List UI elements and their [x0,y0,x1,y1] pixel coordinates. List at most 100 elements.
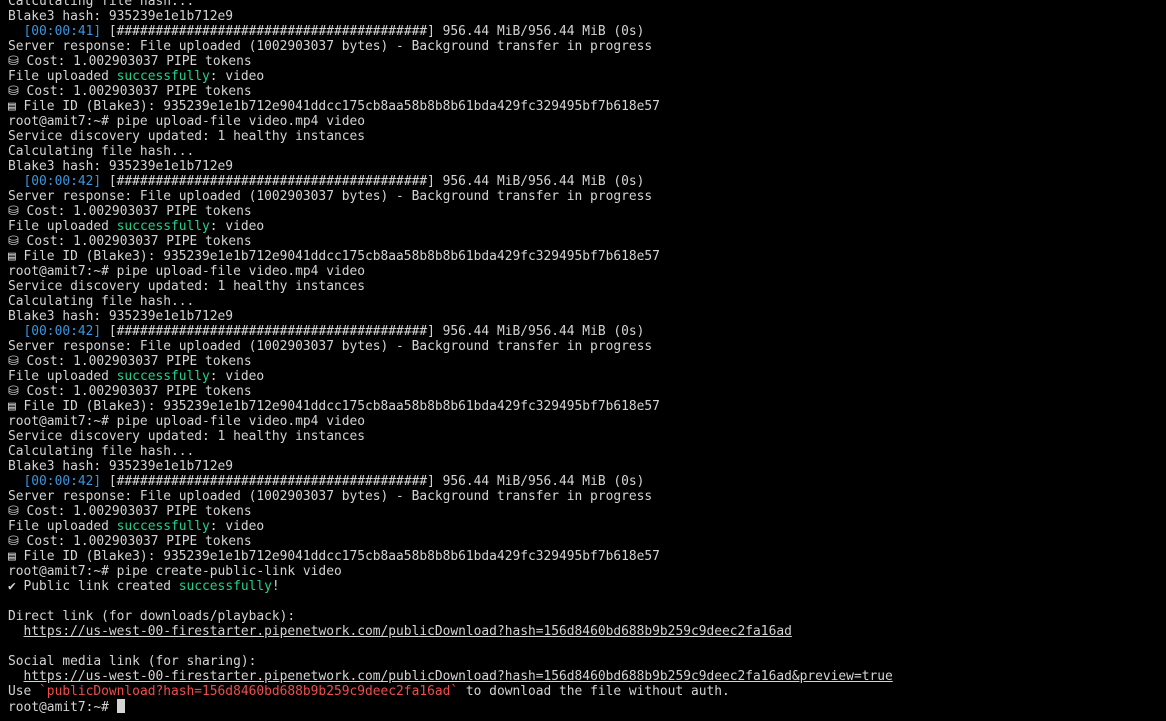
line-text: ⛁ Cost: 1.002903037 PIPE tokens [8,204,252,219]
line-text: : video [209,519,265,534]
progress-elapsed-time: [00:00:42] [8,474,102,489]
terminal-line: Calculating file hash... [8,444,1166,459]
terminal-line: root@amit7:~# pipe upload-file video.mp4… [8,114,1166,129]
line-text: Blake3 hash: 935239e1e1b712e9 [8,9,234,24]
terminal-line: File uploaded successfully: video [8,519,1166,534]
terminal-line: Blake3 hash: 935239e1e1b712e9 [8,459,1166,474]
success-word: successfully [116,369,210,384]
terminal-output: Calculating file hash... Blake3 hash: 935… [8,0,1166,715]
line-text: ▤ File ID (Blake3): 935239e1e1b712e9041d… [8,249,660,264]
public-link[interactable]: https://us-west-00-firestarter.pipenetwo… [24,624,792,639]
line-text: ! [271,579,280,594]
line-text: Server response: File uploaded (10029030… [8,339,653,354]
line-text: Calculating file hash... [8,294,195,309]
line-text: ⛁ Cost: 1.002903037 PIPE tokens [8,54,252,69]
line-text: Calculating file hash... [8,0,195,9]
terminal-line: ⛁ Cost: 1.002903037 PIPE tokens [8,54,1166,69]
terminal-line: Use `publicDownload?hash=156d8460bd688b9… [8,684,1166,699]
progress-bar-text: [#######################################… [101,174,645,189]
terminal-line: Blake3 hash: 935239e1e1b712e9 [8,309,1166,324]
success-word: successfully [116,519,210,534]
line-text: to download the file without auth. [458,684,730,699]
terminal-line: [00:00:42] [############################… [8,174,1166,189]
terminal-line: Server response: File uploaded (10029030… [8,339,1166,354]
line-text: ⛁ Cost: 1.002903037 PIPE tokens [8,504,252,519]
line-text: Blake3 hash: 935239e1e1b712e9 [8,159,234,174]
terminal-line: root@amit7:~# pipe upload-file video.mp4… [8,264,1166,279]
line-text: Server response: File uploaded (10029030… [8,489,653,504]
terminal-line: [00:00:42] [############################… [8,324,1166,339]
line-text: Service discovery updated: 1 healthy ins… [8,279,365,294]
terminal-line: [00:00:42] [############################… [8,474,1166,489]
line-text: Use [8,684,40,699]
terminal-line: Service discovery updated: 1 healthy ins… [8,279,1166,294]
line-text: ⛁ Cost: 1.002903037 PIPE tokens [8,84,252,99]
line-text: Blake3 hash: 935239e1e1b712e9 [8,459,234,474]
terminal-line: https://us-west-00-firestarter.pipenetwo… [8,624,1166,639]
line-text: ▤ File ID (Blake3): 935239e1e1b712e9041d… [8,549,660,564]
terminal-line: ✔ Public link created successfully! [8,579,1166,594]
terminal-line: Server response: File uploaded (10029030… [8,39,1166,54]
terminal-line: Calculating file hash... [8,144,1166,159]
progress-bar-text: [#######################################… [101,474,645,489]
public-link[interactable]: https://us-west-00-firestarter.pipenetwo… [24,669,893,684]
line-text: File uploaded [8,519,117,534]
terminal-line: Blake3 hash: 935239e1e1b712e9 [8,9,1166,24]
progress-bar-text: [#######################################… [101,324,645,339]
terminal-line: ⛁ Cost: 1.002903037 PIPE tokens [8,234,1166,249]
line-text: ▤ File ID (Blake3): 935239e1e1b712e9041d… [8,99,660,114]
link-indent [8,669,24,684]
progress-bar-text: [#######################################… [101,24,645,39]
line-text: root@amit7:~# pipe upload-file video.mp4… [8,264,365,279]
success-word: successfully [116,219,210,234]
terminal-line: ▤ File ID (Blake3): 935239e1e1b712e9041d… [8,99,1166,114]
terminal-line: Service discovery updated: 1 healthy ins… [8,129,1166,144]
terminal-line: root@amit7:~# pipe upload-file video.mp4… [8,414,1166,429]
line-text: Calculating file hash... [8,144,195,159]
line-text: Social media link (for sharing): [8,654,257,669]
line-text: File uploaded [8,69,117,84]
terminal-line: Service discovery updated: 1 healthy ins… [8,429,1166,444]
progress-elapsed-time: [00:00:42] [8,174,102,189]
terminal-line: Server response: File uploaded (10029030… [8,489,1166,504]
line-text: : video [209,219,265,234]
terminal-line: Server response: File uploaded (10029030… [8,189,1166,204]
shell-prompt: root@amit7:~# [8,700,117,715]
terminal-line: ▤ File ID (Blake3): 935239e1e1b712e9041d… [8,549,1166,564]
inline-code: `publicDownload?hash=156d8460bd688b9b259… [39,684,459,699]
link-indent [8,624,24,639]
line-text: root@amit7:~# pipe create-public-link vi… [8,564,342,579]
line-text: Calculating file hash... [8,444,195,459]
terminal-line: [00:00:41] [############################… [8,24,1166,39]
terminal-line: ⛁ Cost: 1.002903037 PIPE tokens [8,534,1166,549]
progress-elapsed-time: [00:00:42] [8,324,102,339]
success-word: successfully [116,69,210,84]
line-text: File uploaded [8,369,117,384]
terminal-line: ⛁ Cost: 1.002903037 PIPE tokens [8,504,1166,519]
terminal-line: Calculating file hash... [8,0,1166,9]
success-word: successfully [178,579,272,594]
terminal-line: File uploaded successfully: video [8,219,1166,234]
terminal-line: ⛁ Cost: 1.002903037 PIPE tokens [8,354,1166,369]
line-text: File uploaded [8,219,117,234]
line-text: Service discovery updated: 1 healthy ins… [8,129,365,144]
terminal-line: File uploaded successfully: video [8,369,1166,384]
terminal-cursor[interactable] [116,699,125,713]
line-text: ▤ File ID (Blake3): 935239e1e1b712e9041d… [8,399,660,414]
line-text: ⛁ Cost: 1.002903037 PIPE tokens [8,384,252,399]
line-text: root@amit7:~# pipe upload-file video.mp4… [8,114,365,129]
line-text: : video [209,69,265,84]
terminal-line: ⛁ Cost: 1.002903037 PIPE tokens [8,84,1166,99]
terminal-line: File uploaded successfully: video [8,69,1166,84]
line-text: Direct link (for downloads/playback): [8,609,296,624]
line-text: root@amit7:~# pipe upload-file video.mp4… [8,414,365,429]
line-text: ⛁ Cost: 1.002903037 PIPE tokens [8,354,252,369]
terminal-line: root@amit7:~# pipe create-public-link vi… [8,564,1166,579]
terminal-line: Calculating file hash... [8,294,1166,309]
line-text: ⛁ Cost: 1.002903037 PIPE tokens [8,234,252,249]
terminal-window[interactable]: Calculating file hash... Blake3 hash: 935… [0,0,1166,721]
terminal-line: ⛁ Cost: 1.002903037 PIPE tokens [8,384,1166,399]
progress-elapsed-time: [00:00:41] [8,24,102,39]
